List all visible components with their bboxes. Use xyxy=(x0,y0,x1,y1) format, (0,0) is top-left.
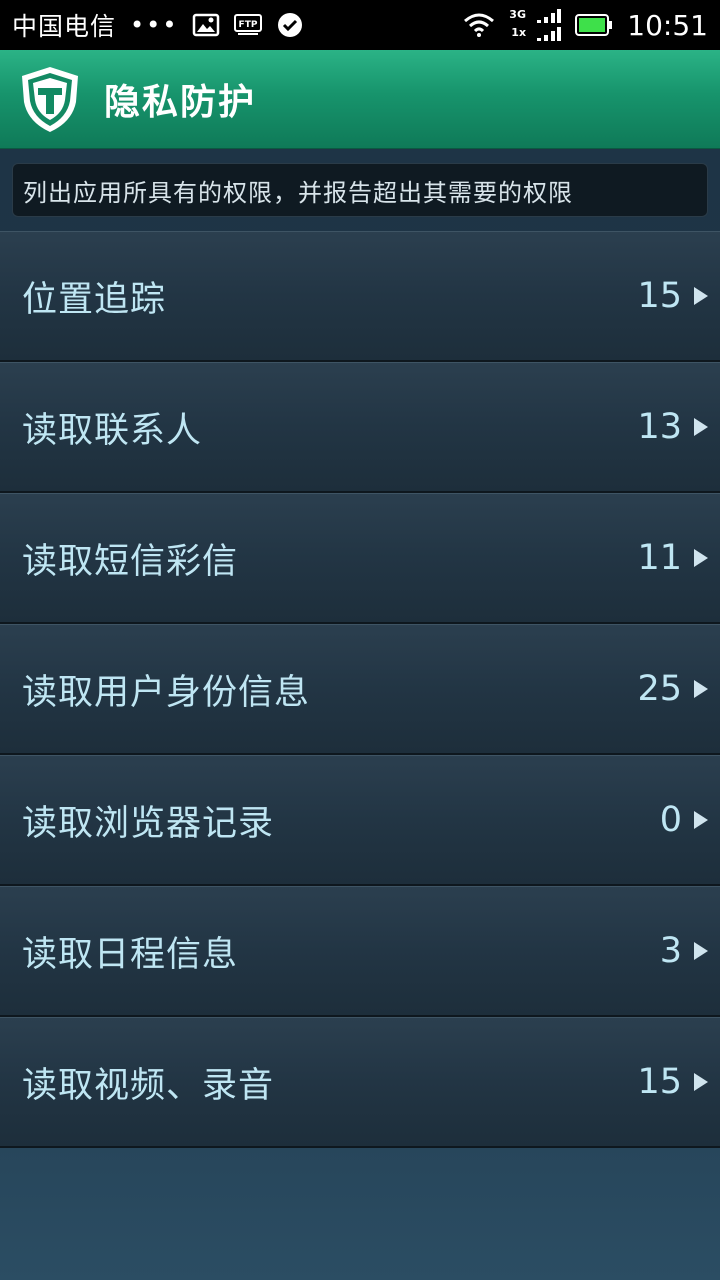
permission-row-identity[interactable]: 读取用户身份信息 25 xyxy=(0,624,720,755)
shield-t-icon xyxy=(18,64,82,134)
clock: 10:51 xyxy=(627,8,708,42)
check-circle-icon xyxy=(276,13,304,37)
permission-count: 15 xyxy=(637,1062,682,1102)
permission-row-contacts[interactable]: 读取联系人 13 xyxy=(0,362,720,493)
permission-count: 15 xyxy=(637,276,682,316)
permission-count: 11 xyxy=(637,538,682,578)
permission-label: 读取联系人 xyxy=(22,410,203,451)
permission-row-location[interactable]: 位置追踪 15 xyxy=(0,231,720,362)
permission-row-browser-history[interactable]: 读取浏览器记录 0 xyxy=(0,755,720,886)
description-section: 列出应用所具有的权限，并报告超出其需要的权限 xyxy=(0,149,720,233)
status-bar: 中国电信 ••• FTP 3G 1x 10:51 xyxy=(0,0,720,50)
chevron-right-icon xyxy=(694,549,708,567)
permission-label: 位置追踪 xyxy=(22,279,167,320)
permission-label: 读取日程信息 xyxy=(22,934,239,975)
permission-count: 13 xyxy=(637,407,682,447)
ftp-icon: FTP xyxy=(234,13,263,37)
chevron-right-icon xyxy=(694,811,708,829)
permission-list: 位置追踪 15 读取联系人 13 读取短信彩信 11 读取用户身份信息 25 读… xyxy=(0,231,720,1148)
image-icon xyxy=(192,13,220,37)
permission-label: 读取浏览器记录 xyxy=(22,803,275,844)
network-type-top: 3G xyxy=(509,8,526,21)
battery-icon xyxy=(575,13,613,37)
permission-count: 25 xyxy=(637,669,682,709)
permission-row-sms-mms[interactable]: 读取短信彩信 11 xyxy=(0,493,720,624)
chevron-right-icon xyxy=(694,1073,708,1091)
description-text: 列出应用所具有的权限，并报告超出其需要的权限 xyxy=(12,163,708,217)
wifi-icon xyxy=(463,13,495,37)
permission-row-calendar[interactable]: 读取日程信息 3 xyxy=(0,886,720,1017)
svg-text:FTP: FTP xyxy=(239,20,258,30)
page-title: 隐私防护 xyxy=(104,82,257,123)
permission-count: 0 xyxy=(659,800,682,840)
permission-label: 读取视频、录音 xyxy=(22,1065,275,1106)
chevron-right-icon xyxy=(694,942,708,960)
notification-dots: ••• xyxy=(130,11,179,39)
network-type-bottom: 1x xyxy=(511,26,527,39)
chevron-right-icon xyxy=(694,418,708,436)
permission-row-video-audio[interactable]: 读取视频、录音 15 xyxy=(0,1017,720,1148)
permission-label: 读取用户身份信息 xyxy=(22,672,311,713)
signal-icon: 3G 1x xyxy=(509,8,562,42)
permission-count: 3 xyxy=(659,931,682,971)
carrier-name: 中国电信 xyxy=(12,12,117,41)
permission-label: 读取短信彩信 xyxy=(22,541,239,582)
chevron-right-icon xyxy=(694,287,708,305)
app-header: 隐私防护 xyxy=(0,50,720,149)
chevron-right-icon xyxy=(694,680,708,698)
